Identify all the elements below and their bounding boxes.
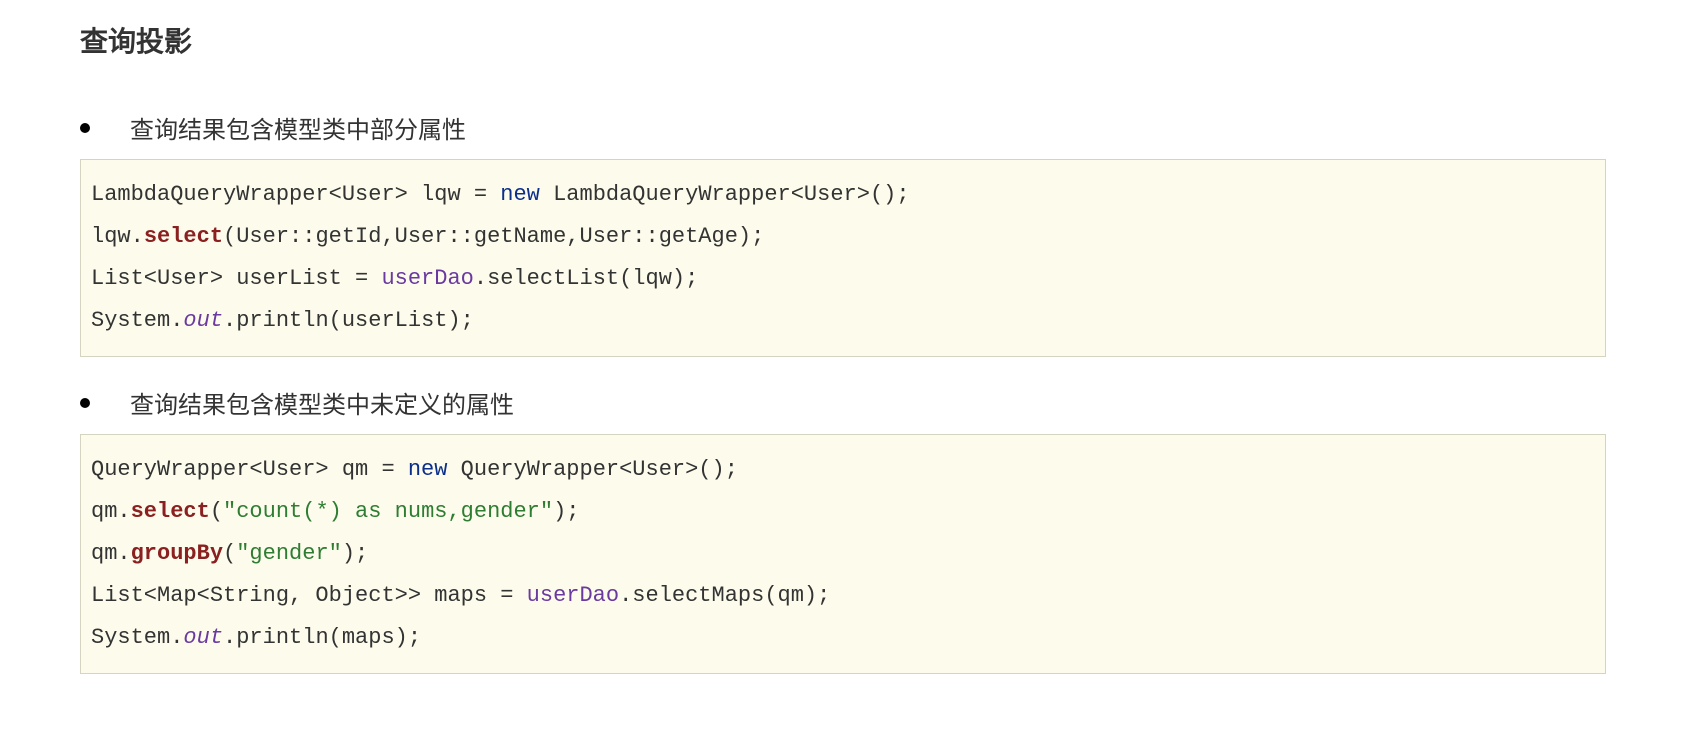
code-text: LambdaQueryWrapper<User> lqw =	[91, 182, 500, 207]
code-text: );	[342, 541, 368, 566]
code-text: LambdaQueryWrapper<User>();	[540, 182, 910, 207]
code-text: List<Map<String, Object>> maps =	[91, 583, 527, 608]
code-block-1: LambdaQueryWrapper<User> lqw = new Lambd…	[80, 159, 1606, 357]
code-variable: userDao	[527, 583, 619, 608]
code-string: "count(*) as nums,gender"	[223, 499, 553, 524]
code-text: (User::getId,User::getName,User::getAge)…	[223, 224, 764, 249]
code-method: groupBy	[131, 541, 223, 566]
bullet-text: 查询结果包含模型类中部分属性	[130, 110, 466, 145]
bullet-icon	[80, 123, 90, 133]
code-text: qm.	[91, 499, 131, 524]
code-text: qm.	[91, 541, 131, 566]
code-text: System.	[91, 308, 183, 333]
code-text: QueryWrapper<User>();	[447, 457, 737, 482]
code-text: List<User> userList =	[91, 266, 381, 291]
bullet-icon	[80, 398, 90, 408]
section-heading: 查询投影	[80, 20, 1606, 60]
bullet-item: 查询结果包含模型类中未定义的属性	[80, 385, 1606, 420]
code-field: out	[183, 308, 223, 333]
code-keyword: new	[408, 457, 448, 482]
code-text: (	[210, 499, 223, 524]
code-text: (	[223, 541, 236, 566]
code-text: .println(maps);	[223, 625, 421, 650]
code-keyword: new	[500, 182, 540, 207]
code-text: .selectList(lqw);	[474, 266, 698, 291]
code-field: out	[183, 625, 223, 650]
code-text: .println(userList);	[223, 308, 474, 333]
code-text: );	[553, 499, 579, 524]
code-text: lqw.	[91, 224, 144, 249]
code-string: "gender"	[236, 541, 342, 566]
code-block-2: QueryWrapper<User> qm = new QueryWrapper…	[80, 434, 1606, 674]
bullet-text: 查询结果包含模型类中未定义的属性	[130, 385, 514, 420]
bullet-item: 查询结果包含模型类中部分属性	[80, 110, 1606, 145]
code-text: System.	[91, 625, 183, 650]
code-method: select	[144, 224, 223, 249]
code-text: .selectMaps(qm);	[619, 583, 830, 608]
code-method: select	[131, 499, 210, 524]
code-variable: userDao	[381, 266, 473, 291]
code-text: QueryWrapper<User> qm =	[91, 457, 408, 482]
